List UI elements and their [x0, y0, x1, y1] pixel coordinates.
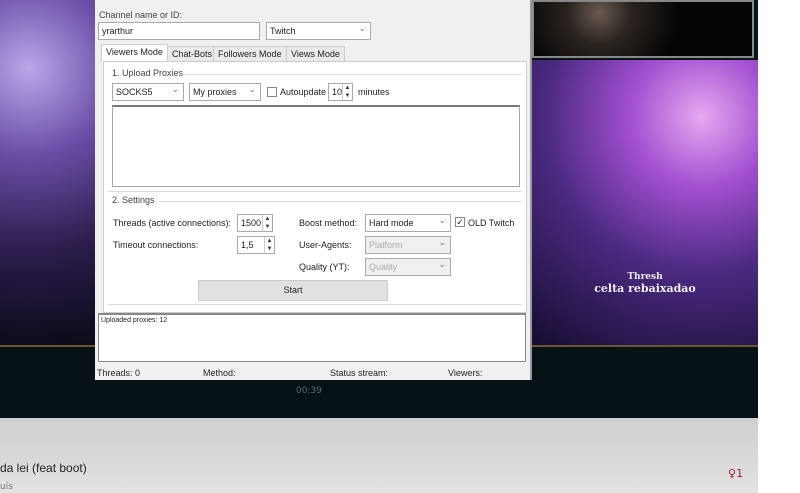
user-agents-select[interactable]: Platform — [365, 234, 451, 254]
boost-method-select[interactable]: Hard mode — [365, 212, 451, 232]
viewer-count-value: 1 — [736, 467, 744, 480]
timeout-spinner[interactable]: 1,5 ▲ ▼ — [237, 236, 275, 254]
stream-title: da lei (feat boot) — [0, 461, 87, 475]
stream-subtitle: uís — [0, 482, 13, 492]
timeout-value: 1,5 — [241, 240, 254, 250]
champion-splash — [532, 60, 758, 345]
timeout-label: Timeout connections: — [113, 240, 199, 250]
viewers-mode-panel: 1. Upload Proxies SOCKS5 My proxies Auto… — [103, 61, 527, 313]
platform-select[interactable]: Twitch — [266, 20, 371, 40]
threads-value: 1500 — [241, 218, 262, 228]
stream-info-bar — [0, 418, 758, 493]
autoupdate-label: Autoupdate — [280, 87, 327, 97]
boost-method-label: Boost method: — [299, 218, 358, 228]
quality-label: Quality (YT): — [299, 262, 350, 272]
viewer-bot-window: Channel name or ID: yrarthur Twitch View… — [95, 0, 532, 380]
settings-heading: 2. Settings — [112, 195, 155, 205]
autoupdate-checkbox[interactable] — [267, 87, 277, 97]
champion-name: Thresh — [627, 272, 663, 282]
autoupdate-value: 10 — [332, 87, 343, 97]
tab-chat-bots[interactable]: Chat-Bots — [167, 46, 218, 61]
status-threads: Threads: 0 — [97, 368, 141, 378]
old-twitch-label: OLD Twitch — [468, 218, 515, 228]
upload-proxies-heading: 1. Upload Proxies — [112, 68, 184, 78]
game-timer: 00:39 — [296, 386, 322, 396]
tab-followers-mode[interactable]: Followers Mode — [213, 46, 287, 61]
webcam-overlay — [532, 0, 754, 58]
minutes-label: minutes — [358, 87, 390, 97]
status-viewers: Viewers: — [448, 368, 483, 378]
channel-label: Channel name or ID: — [99, 10, 183, 20]
viewer-count: ♀1 — [728, 467, 743, 480]
champion-label: Thresh celta rebaixadao — [532, 272, 758, 295]
proxy-source-select[interactable]: My proxies — [189, 81, 261, 101]
start-button[interactable]: Start — [198, 280, 388, 301]
player-name: celta rebaixadao — [594, 282, 696, 295]
divider — [184, 74, 522, 75]
tab-views-mode[interactable]: Views Mode — [286, 46, 345, 61]
user-icon: ♀ — [728, 467, 737, 480]
spinner-arrows-icon[interactable]: ▲ ▼ — [342, 84, 352, 100]
status-method: Method: — [203, 368, 236, 378]
status-bar: Threads: 0 Method: Status stream: Viewer… — [95, 366, 532, 380]
quality-select[interactable]: Quality — [365, 256, 451, 276]
autoupdate-spinner[interactable]: 10 ▲ ▼ — [328, 83, 353, 101]
divider — [108, 304, 522, 305]
status-stream: Status stream: — [330, 368, 389, 378]
old-twitch-checkbox[interactable]: ✓ — [455, 217, 465, 227]
spinner-arrows-icon[interactable]: ▲ ▼ — [264, 237, 274, 253]
proxy-type-select[interactable]: SOCKS5 — [112, 81, 184, 101]
log-output[interactable]: Uploaded proxies: 12 — [98, 313, 526, 362]
proxy-list-textarea[interactable] — [112, 105, 520, 187]
threads-spinner[interactable]: 1500 ▲ ▼ — [237, 214, 273, 232]
champion-art-left — [0, 0, 96, 345]
user-agents-label: User-Agents: — [299, 240, 352, 250]
threads-label: Threads (active connections): — [113, 218, 232, 228]
divider — [108, 191, 522, 192]
spinner-arrows-icon[interactable]: ▲ ▼ — [262, 215, 272, 231]
channel-input[interactable]: yrarthur — [98, 22, 260, 40]
divider — [159, 201, 522, 202]
tab-viewers-mode[interactable]: Viewers Mode — [101, 44, 168, 62]
